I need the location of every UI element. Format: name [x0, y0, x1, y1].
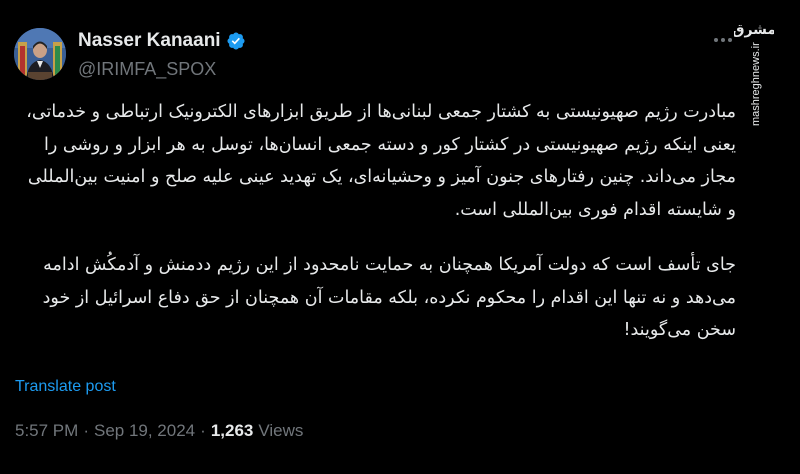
author-name[interactable]: Nasser Kanaani [78, 30, 221, 52]
post-paragraph-2: جای تأسف است که دولت آمریکا همچنان به حم… [42, 255, 736, 340]
post-meta: 5:57 PM · Sep 19, 2024 · 1,263 Views [15, 421, 303, 441]
avatar-image [14, 28, 66, 80]
post-date[interactable]: Sep 19, 2024 [94, 421, 195, 441]
post-header: Nasser Kanaani @IRIMFA_SPOX [14, 26, 246, 82]
post-card: Nasser Kanaani @IRIMFA_SPOX مشرق mashreg… [0, 0, 800, 474]
verified-badge-icon[interactable] [226, 31, 246, 51]
meta-separator: · [83, 421, 89, 440]
post-text: مبادرت رژیم صهیونیستی به کشتار جمعی لبنا… [14, 96, 736, 347]
views-label[interactable]: Views [258, 421, 303, 441]
post-time[interactable]: 5:57 PM [15, 421, 78, 441]
meta-separator: · [200, 421, 206, 440]
watermark-site: mashreghnews.ir [750, 42, 762, 126]
more-options-icon[interactable] [711, 28, 735, 52]
author-name-row[interactable]: Nasser Kanaani [78, 30, 246, 52]
translate-post-link[interactable]: Translate post [15, 378, 116, 396]
mashregh-watermark: مشرق mashreghnews.ir [734, 22, 774, 126]
author-handle[interactable]: @IRIMFA_SPOX [78, 59, 246, 79]
author-info: Nasser Kanaani @IRIMFA_SPOX [78, 30, 246, 79]
avatar[interactable] [14, 28, 66, 80]
views-count[interactable]: 1,263 [211, 421, 254, 441]
watermark-logo: مشرق [734, 22, 774, 38]
post-paragraph-1: مبادرت رژیم صهیونیستی به کشتار جمعی لبنا… [26, 102, 736, 220]
